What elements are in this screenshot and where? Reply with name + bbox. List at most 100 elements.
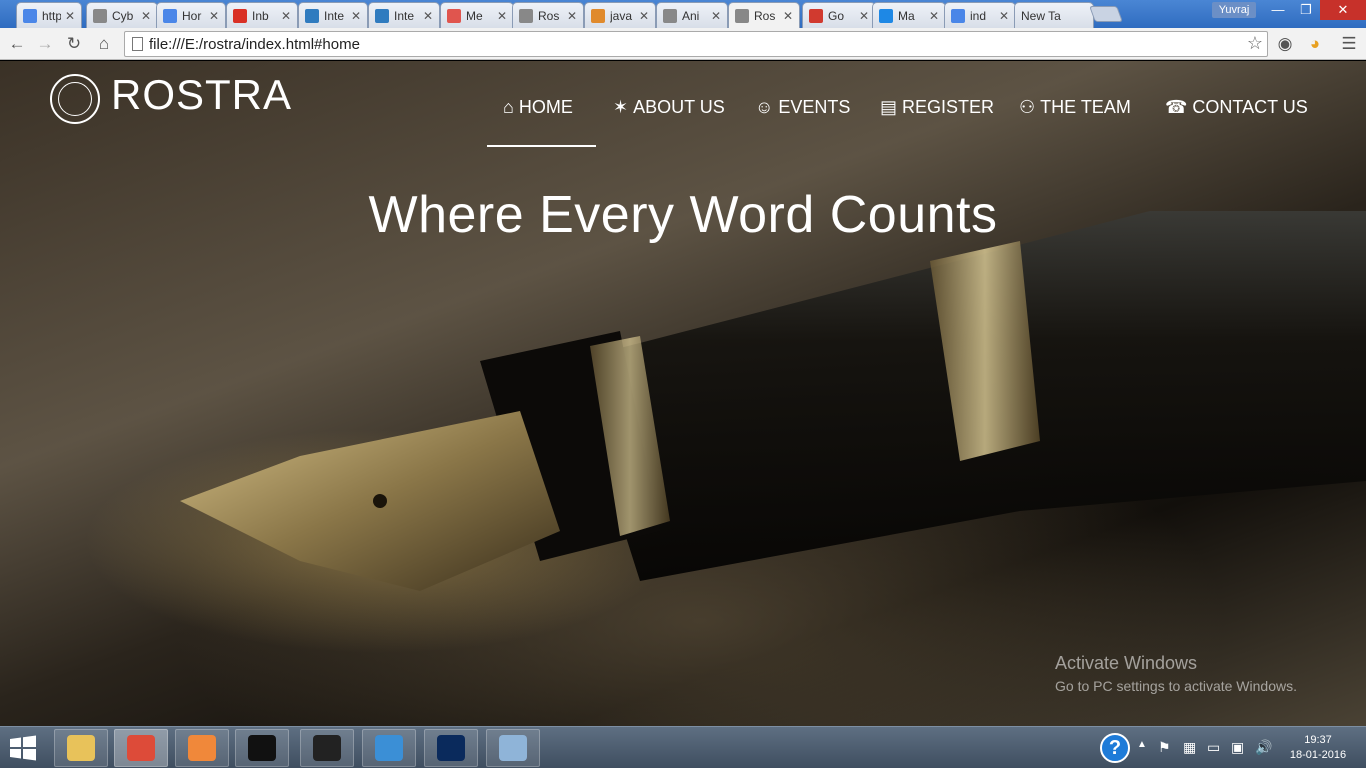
tab-close-icon[interactable]: ✕ — [281, 9, 291, 23]
clock-date: 18-01-2016 — [1289, 749, 1347, 761]
photoshop-icon[interactable] — [424, 729, 478, 767]
java-icon — [591, 8, 605, 23]
browser-tab[interactable]: Inte ✕ — [368, 2, 440, 28]
address-bar[interactable]: file:///E:/rostra/index.html#home ☆ — [124, 31, 1268, 57]
extension-icon[interactable]: ◉ — [1274, 33, 1296, 55]
tab-strip: http ✕ Cyb ✕ Hor ✕ Inb ✕ Inte ✕ Inte ✕ Me ✕ Ros ✕ java ✕ A… — [0, 0, 1366, 28]
windows-tray-icon[interactable]: ▦ — [1183, 739, 1196, 756]
menu-icon[interactable]: ☰ — [1338, 33, 1360, 55]
help-icon[interactable]: ? — [1100, 733, 1130, 763]
browser-tab[interactable]: Hor ✕ — [156, 2, 226, 28]
sublime-text-icon[interactable] — [175, 729, 229, 767]
nav-item-register[interactable]: ▤ REGISTER — [880, 93, 994, 121]
nav-item-home[interactable]: ⌂ HOME — [503, 93, 573, 121]
sublime-text-glyph — [188, 735, 216, 761]
home-browser-icon[interactable]: ⌂ — [93, 33, 115, 55]
tab-close-icon[interactable]: ✕ — [65, 9, 75, 23]
browser-tab[interactable]: New Ta — [1014, 2, 1094, 28]
show-hidden-icons-icon[interactable]: ▲ — [1137, 739, 1147, 750]
chrome-icon[interactable] — [114, 729, 168, 767]
tab-close-icon[interactable]: ✕ — [929, 9, 939, 23]
activate-windows-watermark: Activate Windows Go to PC settings to ac… — [1055, 653, 1297, 694]
gd-icon — [879, 8, 893, 23]
browser-tab[interactable]: java ✕ — [584, 2, 656, 28]
forward-icon[interactable]: → — [34, 33, 56, 55]
extension-rainbow-icon[interactable]: ◕ — [1304, 33, 1326, 55]
tab-close-icon[interactable]: ✕ — [141, 9, 151, 23]
taskbar: ? ▲ ⚑ ▦ ▭ ▣ 🔊 19:37 18-01-2016 — [0, 726, 1366, 768]
browser-tab[interactable]: Me ✕ — [440, 2, 514, 28]
tab-close-icon[interactable]: ✕ — [783, 9, 793, 23]
tab-close-icon[interactable]: ✕ — [567, 9, 577, 23]
page-icon — [93, 8, 107, 23]
inkscape-glyph — [313, 735, 341, 761]
profile-button[interactable]: Yuvraj — [1212, 2, 1256, 18]
windows-start-icon[interactable] — [6, 733, 40, 763]
browser-tab[interactable]: Ma ✕ — [872, 2, 946, 28]
photo-viewer-glyph — [375, 735, 403, 761]
tab-close-icon[interactable]: ✕ — [351, 9, 361, 23]
tab-title: Ani — [682, 8, 700, 23]
action-center-flag-icon[interactable]: ⚑ — [1158, 739, 1171, 756]
cmd-icon[interactable] — [235, 729, 289, 767]
device-icon[interactable]: ▭ — [1207, 739, 1220, 756]
fountain-pen-image — [180, 211, 1366, 591]
people-icon: ⚇ — [1019, 96, 1036, 117]
tab-title: Hor — [182, 8, 202, 23]
back-icon[interactable]: ← — [6, 33, 28, 55]
tab-title: Inte — [324, 8, 345, 23]
tab-close-icon[interactable]: ✕ — [999, 9, 1009, 23]
hero-headline: Where Every Word Counts — [368, 186, 998, 244]
chrome-glyph — [127, 735, 155, 761]
gmail-icon — [233, 8, 247, 23]
tab-title: Inte — [394, 8, 415, 23]
browser-tab[interactable]: Ros ✕ — [728, 2, 800, 28]
page-icon — [663, 8, 677, 23]
browser-tab[interactable]: Inb ✕ — [226, 2, 298, 28]
cmd-glyph — [248, 735, 276, 761]
browser-tab[interactable]: Go ✕ — [802, 2, 876, 28]
close-window-button[interactable]: ✕ — [1320, 0, 1366, 20]
doc-blue-icon — [23, 8, 37, 23]
pen-icon — [447, 8, 461, 23]
file-explorer-icon[interactable] — [54, 729, 108, 767]
minimize-button[interactable]: — — [1264, 0, 1292, 20]
nav-label: EVENTS — [778, 96, 851, 117]
clock[interactable]: 19:37 18-01-2016 — [1288, 733, 1348, 763]
browser-tab[interactable]: ind ✕ — [944, 2, 1016, 28]
browser-tab[interactable]: Ros ✕ — [512, 2, 584, 28]
tab-close-icon[interactable]: ✕ — [711, 9, 721, 23]
tab-close-icon[interactable]: ✕ — [497, 9, 507, 23]
reload-icon[interactable]: ↻ — [63, 33, 85, 55]
nav-item-the-team[interactable]: ⚇ THE TEAM — [1019, 93, 1131, 121]
bookmark-star-icon[interactable]: ☆ — [1247, 33, 1263, 54]
url-text: file:///E:/rostra/index.html#home — [149, 36, 360, 53]
tab-close-icon[interactable]: ✕ — [423, 9, 433, 23]
tab-title: New Ta — [1021, 8, 1061, 23]
tab-close-icon[interactable]: ✕ — [859, 9, 869, 23]
tab-title: Ros — [754, 8, 776, 23]
network-icon[interactable]: ▣ — [1231, 739, 1244, 756]
browser-toolbar: ← → ↻ ⌂ file:///E:/rostra/index.html#hom… — [0, 28, 1366, 60]
wifi-hotspot-glyph — [499, 735, 527, 761]
nav-item-events[interactable]: ☺ EVENTS — [755, 93, 850, 121]
phone-icon: ☎ — [1165, 96, 1188, 117]
tab-title: Ma — [898, 8, 915, 23]
hero-section: ROSTRA ⌂ HOME ✶ ABOUT US ☺ EVENTS ▤ REGISTER ⚇ TH… — [0, 61, 1366, 726]
tab-close-icon[interactable]: ✕ — [209, 9, 219, 23]
photo-viewer-icon[interactable] — [362, 729, 416, 767]
nav-item-contact-us[interactable]: ☎ CONTACT US — [1165, 93, 1308, 121]
tab-close-icon[interactable]: ✕ — [639, 9, 649, 23]
browser-tab[interactable]: http ✕ — [16, 2, 82, 28]
browser-tab[interactable]: Cyb ✕ — [86, 2, 158, 28]
tab-title: ind — [970, 8, 987, 23]
new-tab-button[interactable] — [1089, 6, 1123, 22]
inkscape-icon[interactable] — [300, 729, 354, 767]
browser-tab[interactable]: Ani ✕ — [656, 2, 728, 28]
volume-icon[interactable]: 🔊 — [1255, 739, 1272, 756]
clock-time: 19:37 — [1304, 734, 1332, 746]
browser-tab[interactable]: Inte ✕ — [298, 2, 368, 28]
restore-button[interactable]: ❐ — [1292, 0, 1320, 20]
nav-item-about-us[interactable]: ✶ ABOUT US — [613, 93, 725, 121]
wifi-hotspot-icon[interactable] — [486, 729, 540, 767]
